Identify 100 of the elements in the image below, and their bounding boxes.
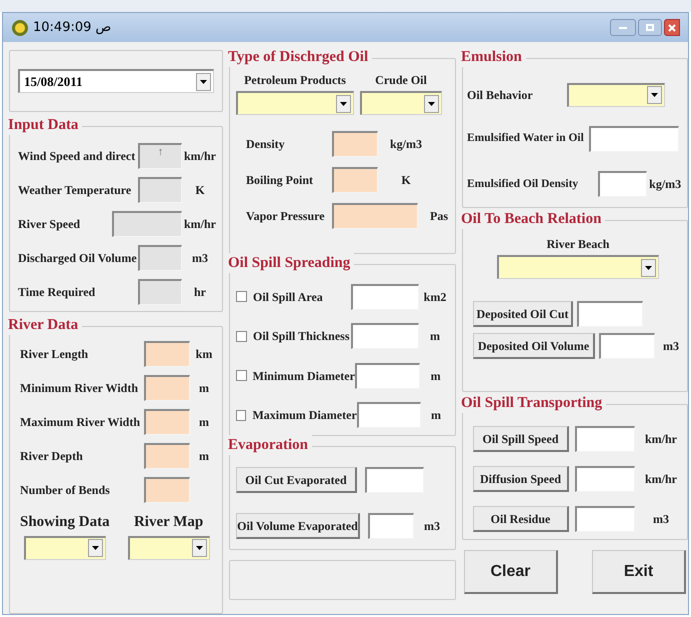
dropdown[interactable] [236, 91, 354, 115]
dropdown-label: Petroleum Products [244, 72, 346, 89]
input-field[interactable] [332, 131, 378, 157]
dropdown[interactable] [360, 91, 442, 115]
field-label: Time Required [18, 284, 96, 301]
unit-label: hr [194, 285, 206, 299]
action-button[interactable]: Deposited Oil Volume [473, 333, 595, 359]
unit-label: m [430, 408, 441, 422]
input-field[interactable] [144, 341, 190, 367]
field-label: Weather Temperature [18, 182, 132, 199]
unit-label: m [430, 329, 440, 344]
caret-icon [196, 72, 211, 90]
field-label: Discharged Oil Volume [18, 250, 138, 267]
input-field[interactable] [575, 426, 635, 452]
field-label: River Length [20, 346, 90, 363]
dropdown[interactable] [497, 255, 659, 279]
action-button[interactable]: Oil Residue [473, 506, 569, 532]
input-field[interactable] [575, 466, 635, 492]
sun-icon [11, 18, 29, 36]
field-label: Number of Bends [20, 482, 111, 499]
maximize-button[interactable] [638, 19, 662, 36]
unit-label: km [196, 347, 212, 361]
field-label: Wind Speed and direct [18, 148, 136, 165]
unit-label: km/hr [184, 217, 216, 231]
input-field[interactable] [575, 506, 635, 532]
dropdown[interactable] [567, 82, 665, 107]
close-button[interactable] [664, 19, 680, 36]
input-field[interactable] [356, 402, 421, 428]
checkbox-label: Maximum Diameter [252, 407, 357, 424]
checkbox[interactable] [236, 330, 247, 342]
field-label: River Depth [20, 448, 84, 465]
input-field[interactable] [354, 362, 420, 389]
input-field[interactable] [599, 333, 655, 359]
checkbox[interactable] [236, 291, 247, 302]
caret-icon [641, 258, 656, 276]
input-field[interactable] [138, 177, 182, 203]
input-field[interactable] [351, 284, 419, 310]
input-field[interactable] [144, 375, 190, 401]
unit-label: m3 [663, 339, 679, 353]
input-field[interactable] [144, 409, 190, 435]
action-button[interactable]: Diffusion Speed [473, 466, 569, 492]
field-label: Emulsified Oil Density [467, 176, 580, 192]
minimize-button[interactable] [610, 19, 636, 36]
unit-label: km/hr [184, 149, 216, 163]
input-field[interactable] [112, 211, 182, 237]
field-label: Minimum River Width [20, 380, 140, 397]
action-button[interactable]: Clear [464, 550, 558, 594]
action-button[interactable]: Exit [592, 550, 686, 594]
group-title: Evaporation [228, 435, 312, 455]
input-field[interactable] [364, 467, 424, 493]
action-button[interactable]: Deposited Oil Cut [473, 301, 573, 327]
input-field[interactable] [577, 301, 643, 327]
action-button[interactable]: Oil Spill Speed [473, 426, 569, 452]
field-label: Emulsified Water in Oil [467, 131, 585, 146]
unit-label: m3 [192, 251, 208, 265]
dropdown-label: Showing Data [20, 513, 110, 532]
input-field[interactable] [144, 477, 190, 503]
input-field[interactable] [144, 443, 190, 469]
unit-label: km2 [424, 290, 446, 304]
caret-icon [647, 86, 662, 104]
unit-label: K [195, 183, 205, 197]
field-label: Vapor Pressure [246, 208, 326, 225]
caret-icon [88, 539, 103, 557]
dropdown-label: Oil Behavior [467, 86, 534, 104]
input-field[interactable] [332, 203, 418, 229]
action-button[interactable]: Oil Cut Evaporated [236, 467, 357, 493]
field-label: River Speed [18, 216, 82, 233]
checkbox[interactable] [236, 410, 246, 421]
dropdown[interactable]: 15/08/2011 [18, 69, 214, 93]
unit-label: m [430, 368, 441, 383]
field-label: Density [246, 136, 286, 153]
input-field[interactable] [368, 513, 414, 539]
caret-icon [336, 94, 351, 112]
input-field[interactable] [138, 245, 182, 271]
caret-icon [424, 94, 439, 112]
checkbox-label: Oil Spill Thickness [253, 328, 350, 346]
unit-label: m [199, 415, 209, 429]
caret-icon [192, 539, 207, 557]
unit-label: kg/m3 [390, 137, 422, 151]
input-field[interactable] [351, 323, 419, 350]
window-title: 10:49:09 ص [33, 18, 112, 37]
input-field[interactable]: ↑ [138, 143, 182, 169]
input-field[interactable] [332, 167, 378, 193]
dropdown[interactable] [128, 536, 210, 560]
field-label: Maximum River Width [20, 414, 142, 431]
close-icon [668, 24, 676, 32]
checkbox-label: Minimum Diameter [252, 368, 355, 385]
group-title: Oil Spill Spreading [228, 253, 354, 273]
unit-label: Pas [430, 209, 448, 223]
checkbox[interactable] [236, 370, 247, 382]
unit-label: kg/m3 [649, 177, 682, 192]
unit-label: m [199, 381, 209, 395]
dropdown[interactable] [24, 536, 106, 560]
unit-label: K [401, 173, 411, 187]
dropdown-label: River Map [134, 513, 204, 532]
action-button[interactable]: Oil Volume Evaporated [236, 513, 360, 539]
input-field[interactable] [598, 171, 648, 198]
input-field[interactable] [589, 126, 679, 152]
dropdown-label: Crude Oil [375, 72, 427, 89]
input-field[interactable] [138, 279, 182, 305]
